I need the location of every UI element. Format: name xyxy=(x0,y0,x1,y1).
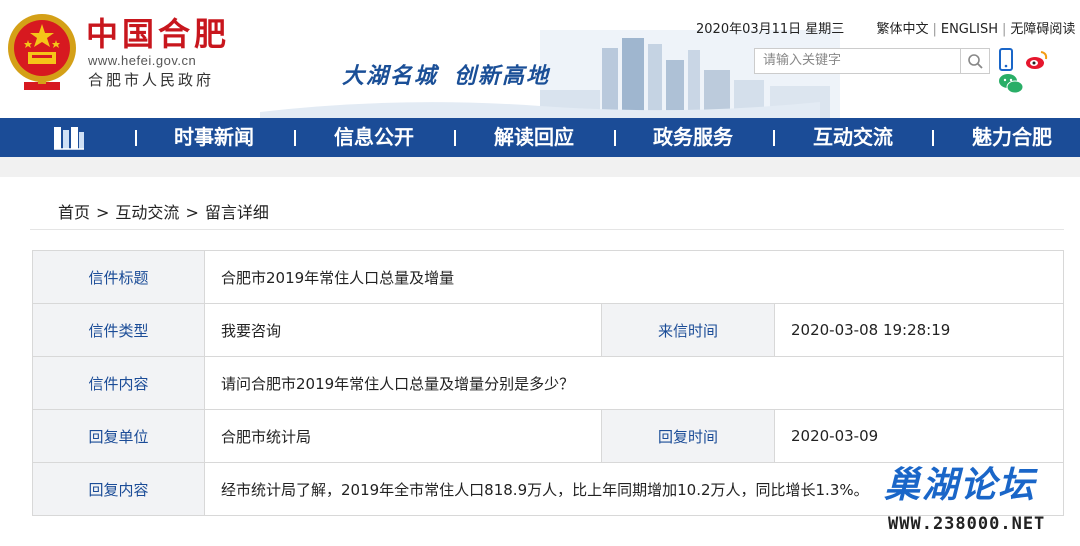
search-box xyxy=(754,48,990,74)
letter-content-label: 信件内容 xyxy=(32,356,205,410)
nav-divider xyxy=(614,130,616,146)
english-link[interactable]: ENGLISH xyxy=(941,22,998,37)
site-header: 中国合肥 www.hefei.gov.cn 合肥市人民政府 大湖名城 创新高地 2… xyxy=(0,0,1080,118)
lake-wave-decoration xyxy=(260,102,820,118)
nav-divider xyxy=(454,130,456,146)
national-emblem-logo[interactable] xyxy=(4,10,80,94)
table-row: 信件内容 请问合肥市2019年常住人口总量及增量分别是多少？ xyxy=(32,356,1065,410)
reply-time-label: 回复时间 xyxy=(601,409,775,463)
site-name: 中国合肥 xyxy=(86,15,231,53)
letter-type-value: 我要咨询 xyxy=(204,303,602,357)
search-button[interactable] xyxy=(960,49,989,73)
table-row: 信件类型 我要咨询 来信时间 2020-03-08 19:28:19 xyxy=(32,303,1065,357)
social-icons xyxy=(998,48,1080,96)
breadcrumb-separator: > xyxy=(185,203,199,222)
wechat-icon[interactable] xyxy=(998,72,1024,96)
reply-content-label: 回复内容 xyxy=(32,462,205,516)
breadcrumb: 首页 > 互动交流 > 留言详细 xyxy=(58,199,269,223)
slogan-part-1: 大湖名城 xyxy=(342,64,439,89)
current-date: 2020年03月11日 星期三 xyxy=(696,22,845,37)
search-icon xyxy=(968,54,983,69)
nav-item-interpretation[interactable]: 解读回应 xyxy=(470,118,598,157)
letter-time-value: 2020-03-08 19:28:19 xyxy=(773,303,1065,357)
letter-time-label: 来信时间 xyxy=(601,303,775,357)
table-row: 信件标题 合肥市2019年常住人口总量及增量 xyxy=(32,250,1065,304)
slogan-part-2: 创新高地 xyxy=(454,64,551,89)
letter-title-value: 合肥市2019年常住人口总量及增量 xyxy=(203,250,1065,304)
letter-type-label: 信件类型 xyxy=(32,303,205,357)
watermark-title: 巢湖论坛 xyxy=(884,465,1037,506)
mobile-icon[interactable] xyxy=(998,48,1014,72)
site-subtitle: 合肥市人民政府 xyxy=(88,71,215,89)
nav-item-gov-services[interactable]: 政务服务 xyxy=(629,118,757,157)
traditional-chinese-link[interactable]: 繁体中文 xyxy=(876,22,928,37)
reply-time-value: 2020-03-09 xyxy=(773,409,1065,463)
nav-item-news[interactable]: 时事新闻 xyxy=(150,118,278,157)
nav-divider xyxy=(932,130,934,146)
search-input[interactable] xyxy=(755,49,959,72)
breadcrumb-divider xyxy=(30,229,1064,230)
weibo-icon[interactable] xyxy=(1025,48,1049,72)
breadcrumb-current: 留言详细 xyxy=(204,203,269,222)
reply-unit-value: 合肥市统计局 xyxy=(204,409,602,463)
slogan: 大湖名城 创新高地 xyxy=(342,58,566,90)
nav-item-info-disclosure[interactable]: 信息公开 xyxy=(310,118,438,157)
letter-content-value: 请问合肥市2019年常住人口总量及增量分别是多少？ xyxy=(203,356,1065,410)
home-building-icon[interactable] xyxy=(52,126,86,150)
nav-divider xyxy=(294,130,296,146)
nav-divider xyxy=(773,130,775,146)
top-utility-bar: 2020年03月11日 星期三 繁体中文|ENGLISH|无障碍阅读|登录 xyxy=(696,22,1080,37)
nav-item-interaction[interactable]: 互动交流 xyxy=(789,118,917,157)
breadcrumb-interaction[interactable]: 互动交流 xyxy=(115,203,179,222)
watermark-url: WWW.238000.NET xyxy=(888,514,1046,534)
nav-divider xyxy=(135,130,137,146)
breadcrumb-separator: > xyxy=(96,203,110,222)
breadcrumb-home[interactable]: 首页 xyxy=(58,203,90,222)
reply-unit-label: 回复单位 xyxy=(32,409,205,463)
main-nav: 时事新闻 信息公开 解读回应 政务服务 互动交流 魅力合肥 xyxy=(0,118,1080,157)
site-url: www.hefei.gov.cn xyxy=(88,53,197,68)
forum-watermark: 巢湖论坛 WWW.238000.NET xyxy=(880,456,1070,542)
letter-title-label: 信件标题 xyxy=(32,250,205,304)
table-row: 回复单位 合肥市统计局 回复时间 2020-03-09 xyxy=(32,409,1065,463)
nav-item-charm-hefei[interactable]: 魅力合肥 xyxy=(948,118,1076,157)
accessibility-link[interactable]: 无障碍阅读 xyxy=(1010,22,1075,37)
section-gap xyxy=(0,157,1080,177)
